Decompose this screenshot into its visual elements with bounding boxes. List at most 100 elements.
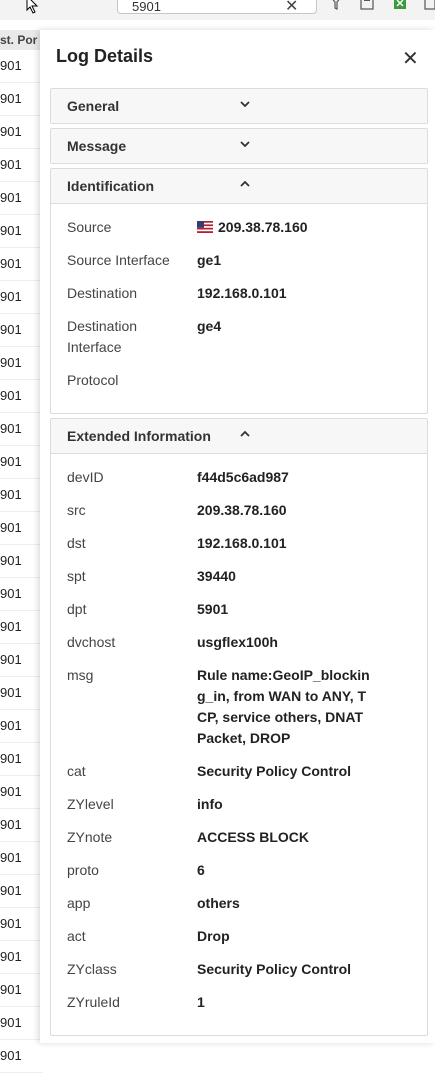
row-value: Security Policy Control <box>197 961 352 977</box>
list-item[interactable]: 901 <box>0 611 43 644</box>
list-item[interactable]: 901 <box>0 413 43 446</box>
row-value: ACCESS BLOCK <box>197 829 310 845</box>
list-item[interactable]: 901 <box>0 677 43 710</box>
row-value: f44d5c6ad987 <box>197 469 289 485</box>
close-icon[interactable]: ✕ <box>402 46 419 71</box>
row-value: 5901 <box>197 601 229 617</box>
list-item[interactable]: 901 <box>0 908 43 941</box>
row-label: ZYruleId <box>67 994 120 1010</box>
row-label: act <box>67 928 86 944</box>
list-item[interactable]: 901 <box>0 776 43 809</box>
list-item[interactable]: 901 <box>0 347 43 380</box>
row-value: 6 <box>197 862 205 878</box>
row-label: ZYlevel <box>67 796 114 812</box>
list-item[interactable]: 901 <box>0 83 43 116</box>
section-title: Extended Information <box>67 428 211 444</box>
section-title: Identification <box>67 178 155 194</box>
filter-icon[interactable] <box>330 0 342 13</box>
section-general-header[interactable]: General <box>51 89 427 123</box>
background-log-list: st. Por 901 901 901 901 901 901 901 901 901 901 90… <box>0 30 44 1073</box>
list-item[interactable]: 901 <box>0 281 43 314</box>
row-value: info <box>197 796 223 812</box>
section-message: Message <box>50 128 428 164</box>
row-label: devID <box>67 469 104 485</box>
row-label: Destination Interface <box>67 318 138 355</box>
log-details-panel: Log Details ✕ General Message Identifica… <box>40 30 435 1043</box>
row-label: ZYclass <box>67 961 117 977</box>
chevron-up-icon <box>240 430 250 437</box>
row-label: dvchost <box>67 634 116 650</box>
row-value: 209.38.78.160 <box>197 502 287 518</box>
row-value: ge1 <box>197 252 222 268</box>
list-item[interactable]: 901 <box>0 875 43 908</box>
row-label: cat <box>67 763 86 779</box>
chevron-down-icon <box>240 101 250 108</box>
panel-title: Log Details <box>56 46 154 66</box>
list-item[interactable]: 901 <box>0 215 43 248</box>
list-item[interactable]: 901 <box>0 743 43 776</box>
row-label: Protocol <box>67 372 119 388</box>
close-icon[interactable]: ✕ <box>285 0 298 16</box>
section-identification: Identification Source 209.38.78.160 Sour… <box>50 168 428 414</box>
row-value: 1 <box>197 994 205 1010</box>
row-label: msg <box>67 667 94 683</box>
source-ip: 209.38.78.160 <box>218 219 308 235</box>
row-label: app <box>67 895 91 911</box>
section-extended-information: Extended Information devID f44d5c6ad987 sr… <box>50 418 428 1036</box>
mouse-cursor-icon <box>26 0 39 14</box>
export-icon[interactable] <box>393 0 407 13</box>
section-identification-header[interactable]: Identification <box>51 169 427 203</box>
row-label: Source Interface <box>67 252 170 268</box>
section-general: General <box>50 88 428 124</box>
list-item[interactable]: 901 <box>0 941 43 974</box>
row-value: 209.38.78.160 <box>197 217 377 238</box>
list-item[interactable]: 901 <box>0 50 43 83</box>
row-label: dst <box>67 535 86 551</box>
section-extended-header[interactable]: Extended Information <box>51 419 427 453</box>
us-flag-icon <box>197 221 213 233</box>
row-label: proto <box>67 862 99 878</box>
row-value: 192.168.0.101 <box>197 535 287 551</box>
list-item[interactable]: 901 <box>0 116 43 149</box>
section-body: devID f44d5c6ad987 src 209.38.78.160 dst 192.… <box>51 453 427 1035</box>
list-item[interactable]: 901 <box>0 1040 43 1073</box>
list-item[interactable]: 901 <box>0 446 43 479</box>
list-item[interactable]: 901 <box>0 578 43 611</box>
chevron-down-icon <box>240 141 250 148</box>
section-body: Source 209.38.78.160 Source Interface ge… <box>51 203 427 413</box>
row-label: dpt <box>67 601 87 617</box>
column-header-dst-port: st. Por <box>0 30 43 50</box>
list-item[interactable]: 901 <box>0 182 43 215</box>
row-value: others <box>197 895 240 911</box>
section-message-header[interactable]: Message <box>51 129 427 163</box>
list-item[interactable]: 901 <box>0 479 43 512</box>
row-value: usgflex100h <box>197 634 278 650</box>
chevron-up-icon <box>240 180 250 187</box>
save-icon[interactable] <box>360 0 374 13</box>
row-value: Rule name:GeoIP_blocking_in, from WAN to… <box>197 667 370 746</box>
list-item[interactable]: 901 <box>0 710 43 743</box>
row-label: src <box>67 502 86 518</box>
section-title: Message <box>67 138 127 154</box>
list-item[interactable]: 901 <box>0 809 43 842</box>
row-label: Destination <box>67 285 138 301</box>
list-item[interactable]: 901 <box>0 545 43 578</box>
toolbar: 5901 ✕ <box>0 0 435 20</box>
list-item[interactable]: 901 <box>0 149 43 182</box>
list-item[interactable]: 901 <box>0 974 43 1007</box>
list-item[interactable]: 901 <box>0 314 43 347</box>
list-item[interactable]: 901 <box>0 644 43 677</box>
row-value: 39440 <box>197 568 236 584</box>
list-item[interactable]: 901 <box>0 842 43 875</box>
row-label: ZYnote <box>67 829 113 845</box>
list-item[interactable]: 901 <box>0 380 43 413</box>
list-item[interactable]: 901 <box>0 1007 43 1040</box>
row-value: Drop <box>197 928 230 944</box>
list-item[interactable]: 901 <box>0 248 43 281</box>
columns-icon[interactable] <box>424 0 435 13</box>
row-value: ge4 <box>197 318 222 334</box>
row-label: spt <box>67 568 86 584</box>
row-label: Source <box>67 219 112 235</box>
list-item[interactable]: 901 <box>0 512 43 545</box>
row-value: 192.168.0.101 <box>197 285 287 301</box>
